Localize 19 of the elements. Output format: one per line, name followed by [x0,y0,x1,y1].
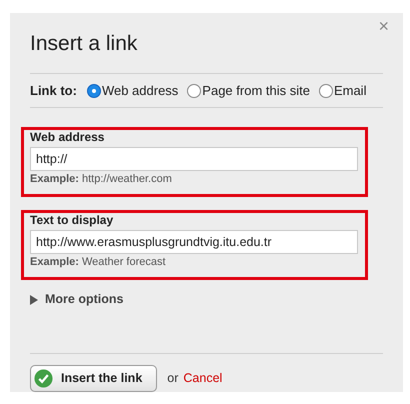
insert-link-button[interactable]: Insert the link [30,365,158,392]
radio-button[interactable] [318,84,333,98]
example-text: Example: http://weather.com [30,173,173,186]
radio-label[interactable]: Email [334,80,366,100]
input-field[interactable]: http:// [30,147,358,172]
radio-label[interactable]: Web address [102,80,178,100]
input-field[interactable]: http://www.erasmusplusgrundtvig.itu.edu.tr [30,230,358,254]
or-text: or [167,370,178,388]
radio-label[interactable]: Page from this site [202,80,310,100]
example-text: Example: Weather forecast [30,256,167,270]
link-to-label: Link to: [30,82,77,100]
field-label: Web address [30,130,106,146]
more-options-toggle[interactable]: More options [30,290,383,309]
radio-button[interactable] [187,84,202,98]
field-label: Text to display [30,213,114,228]
checkmark-icon [34,369,53,388]
cancel-link[interactable]: Cancel [183,369,222,388]
radio-button[interactable] [86,84,101,98]
dialog-title: Insert a link [30,31,138,57]
